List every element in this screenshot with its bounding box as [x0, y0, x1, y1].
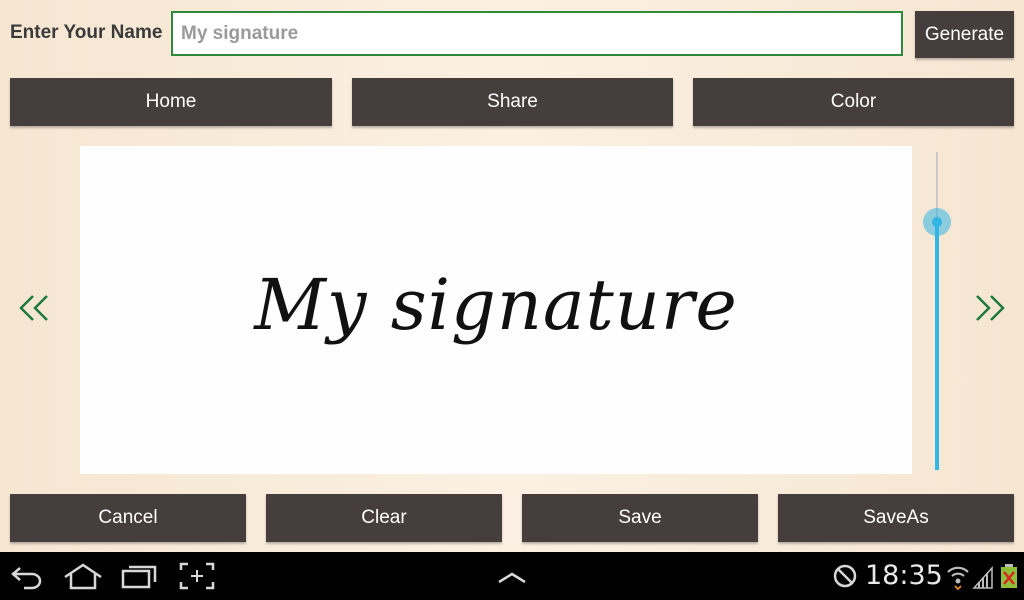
back-icon[interactable] — [10, 562, 44, 590]
saveas-button[interactable]: SaveAs — [778, 494, 1014, 542]
prev-double-chevron-icon[interactable] — [17, 288, 53, 328]
name-label: Enter Your Name — [10, 22, 163, 43]
slider-fill — [935, 224, 939, 470]
size-slider[interactable] — [922, 152, 952, 470]
clear-button[interactable]: Clear — [266, 494, 502, 542]
signature-app: Enter Your Name Generate Home Share Colo… — [0, 0, 1024, 552]
signature-canvas[interactable]: My signature — [80, 146, 912, 474]
save-button[interactable]: Save — [522, 494, 758, 542]
wifi-icon — [947, 566, 969, 590]
slider-thumb[interactable] — [923, 208, 951, 236]
recent-apps-icon[interactable] — [120, 562, 158, 590]
battery-icon — [1001, 564, 1017, 588]
next-double-chevron-icon[interactable] — [971, 288, 1007, 328]
screenshot-icon[interactable] — [179, 562, 215, 590]
share-button[interactable]: Share — [352, 78, 673, 126]
name-input[interactable] — [171, 11, 903, 56]
generate-button[interactable]: Generate — [915, 11, 1014, 58]
home-button[interactable]: Home — [10, 78, 332, 126]
up-chevron-icon[interactable] — [496, 562, 528, 590]
signal-icon — [972, 566, 993, 589]
signature-preview: My signature — [254, 264, 738, 346]
sync-disabled-icon — [833, 564, 857, 588]
clock: 18:35 — [865, 560, 943, 591]
system-bar: 18:35 — [0, 552, 1024, 600]
home-icon[interactable] — [62, 562, 104, 590]
color-button[interactable]: Color — [693, 78, 1014, 126]
cancel-button[interactable]: Cancel — [10, 494, 246, 542]
